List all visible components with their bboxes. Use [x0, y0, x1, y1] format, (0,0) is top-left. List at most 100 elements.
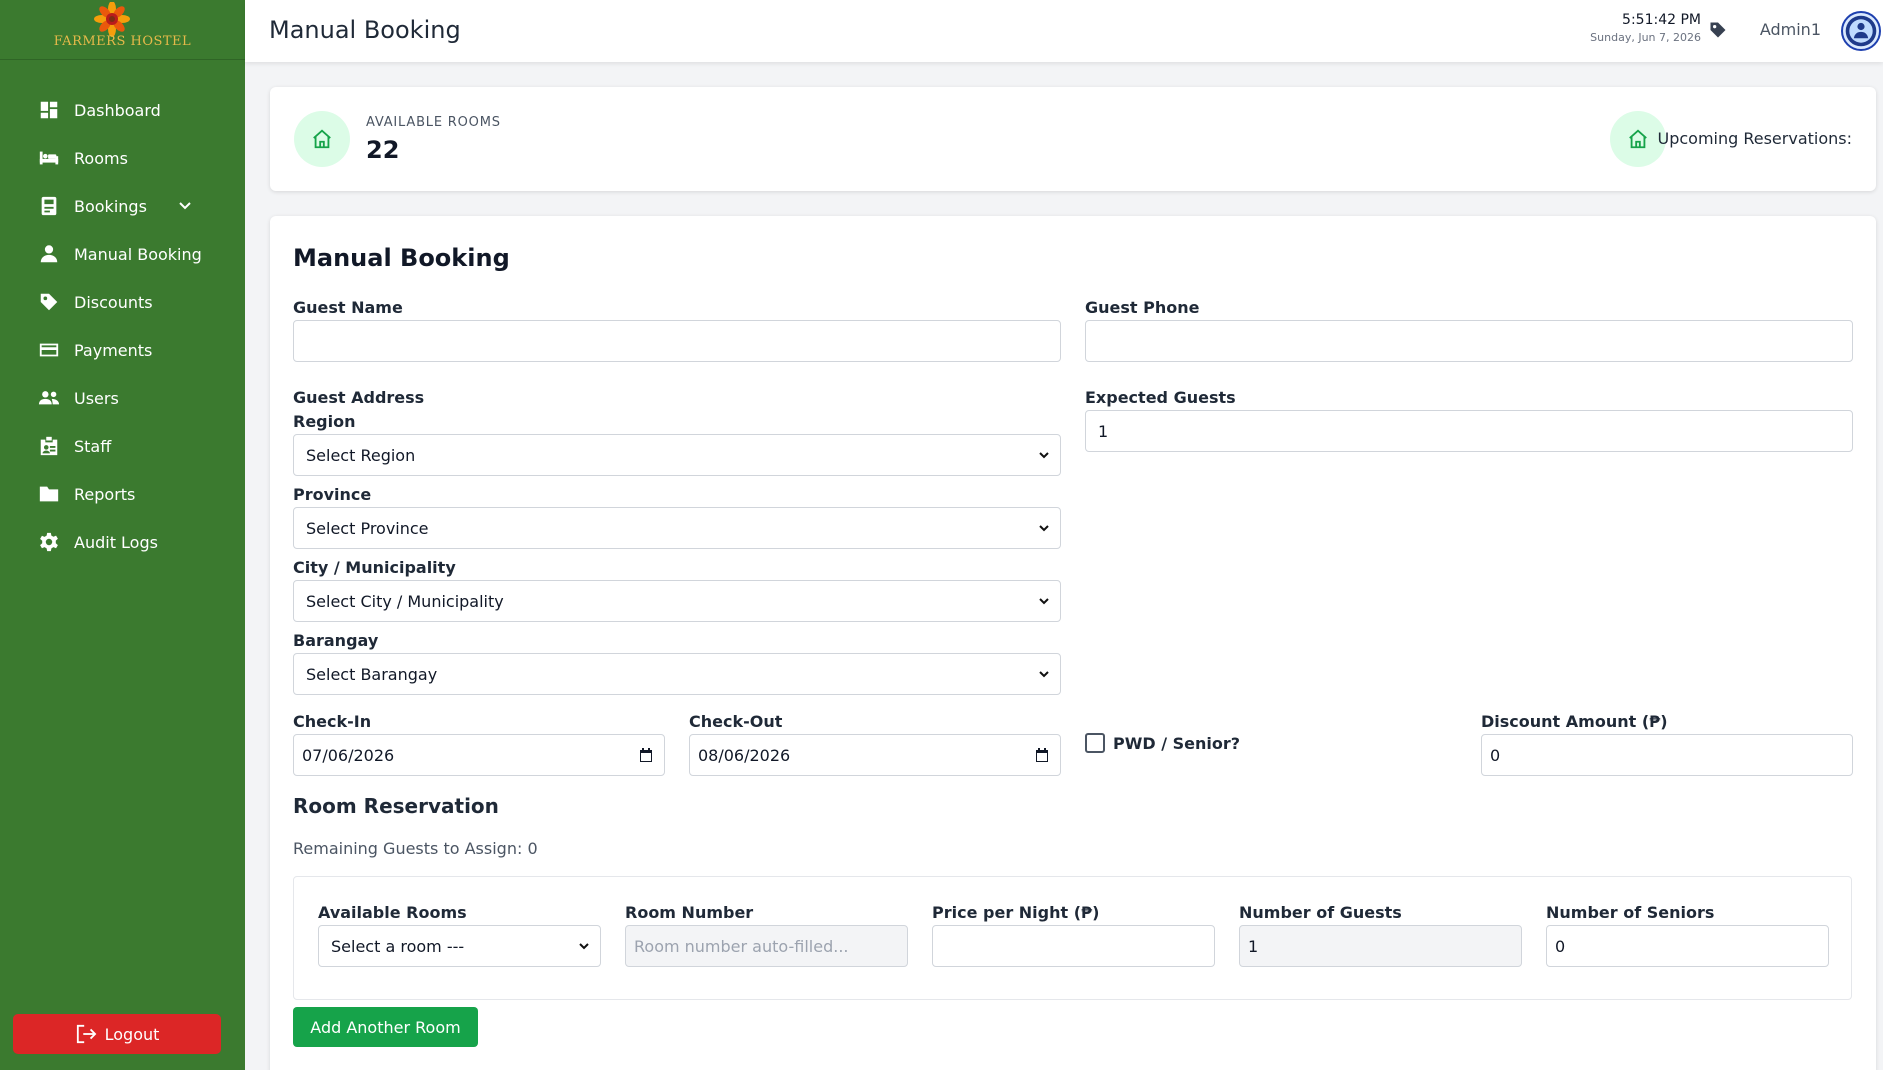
brand-name: FARMERS HOSTEL [53, 34, 192, 49]
checkout-label: Check-Out [689, 712, 783, 731]
home-icon [1629, 129, 1647, 149]
manual-booking-form: Manual Booking Guest Name Guest Phone Gu… [270, 216, 1876, 1070]
remaining-guests-text: Remaining Guests to Assign: 0 [293, 839, 538, 858]
available-rooms-select-value: Select a room --- [331, 936, 465, 956]
sidebar-item-reports[interactable]: Reports [0, 470, 245, 518]
sidebar-item-dashboard[interactable]: Dashboard [0, 86, 245, 134]
sidebar-item-label: Rooms [74, 148, 128, 168]
room-number-input: Room number auto-filled... [625, 925, 908, 967]
sidebar-item-discounts[interactable]: Discounts [0, 278, 245, 326]
number-of-seniors-label: Number of Seniors [1546, 903, 1715, 922]
discount-amount-label: Discount Amount (₱) [1481, 712, 1668, 731]
users-icon [38, 391, 60, 405]
region-select[interactable]: Select Region [293, 434, 1061, 476]
logout-icon [76, 1024, 96, 1044]
checkout-date-value: 08/06/2026 [698, 745, 791, 765]
barangay-label: Barangay [293, 631, 379, 650]
guest-address-label: Guest Address [293, 388, 425, 407]
number-of-guests-input[interactable]: 1 [1239, 925, 1522, 967]
guest-name-label: Guest Name [293, 298, 403, 317]
sidebar-item-label: Reports [74, 484, 136, 504]
city-label: City / Municipality [293, 558, 456, 577]
available-rooms-label: AVAILABLE ROOMS [366, 115, 501, 130]
checkin-date-value: 07/06/2026 [302, 745, 395, 765]
sidebar-item-label: Payments [74, 340, 153, 360]
sidebar-nav: Dashboard Rooms Bookings Manual Booking … [0, 86, 245, 566]
pwd-senior-label: PWD / Senior? [1113, 734, 1241, 753]
checkin-label: Check-In [293, 712, 372, 731]
avatar-icon [1845, 15, 1877, 47]
top-header: Manual Booking 5:51:42 PM Sunday, Jun 7,… [245, 0, 1883, 62]
stats-card: AVAILABLE ROOMS 22 Upcoming Reservations… [270, 87, 1876, 191]
room-number-label: Room Number [625, 903, 754, 922]
expected-guests-input[interactable]: 1 [1085, 410, 1853, 452]
sidebar-item-rooms[interactable]: Rooms [0, 134, 245, 182]
sidebar-item-label: Audit Logs [74, 532, 158, 552]
page-title: Manual Booking [269, 16, 461, 44]
avatar[interactable] [1841, 11, 1881, 51]
sidebar: FARMERS HOSTEL Dashboard Rooms Bookings … [0, 0, 245, 1070]
chevron-down-icon[interactable] [177, 198, 193, 214]
user-name[interactable]: Admin1 [1760, 20, 1821, 39]
checkout-date-input[interactable]: 08/06/2026 [689, 734, 1061, 776]
chevron-down-icon [1039, 525, 1049, 532]
sunflower-logo-icon [94, 2, 130, 37]
available-rooms-icon-wrap [294, 111, 350, 167]
clock: 5:51:42 PM Sunday, Jun 7, 2026 [1590, 12, 1701, 44]
city-select-value: Select City / Municipality [306, 591, 504, 611]
brand-logo[interactable]: FARMERS HOSTEL [0, 0, 245, 60]
calendar-icon[interactable] [1034, 747, 1050, 763]
sidebar-item-staff[interactable]: Staff [0, 422, 245, 470]
sidebar-item-audit-logs[interactable]: Audit Logs [0, 518, 245, 566]
barangay-select-value: Select Barangay [306, 664, 438, 684]
sidebar-item-label: Manual Booking [74, 244, 202, 264]
dashboard-icon [40, 101, 58, 119]
room-reservation-title: Room Reservation [293, 794, 499, 818]
city-select[interactable]: Select City / Municipality [293, 580, 1061, 622]
sidebar-item-manual-booking[interactable]: Manual Booking [0, 230, 245, 278]
id-badge-icon [40, 436, 58, 456]
number-of-seniors-input[interactable]: 0 [1546, 925, 1829, 967]
available-rooms-value: 22 [366, 136, 400, 164]
calendar-icon[interactable] [638, 747, 654, 763]
checkin-date-input[interactable]: 07/06/2026 [293, 734, 665, 776]
clock-time: 5:51:42 PM [1622, 12, 1701, 28]
sidebar-item-label: Staff [74, 436, 112, 456]
discount-amount-input[interactable]: 0 [1481, 734, 1853, 776]
bed-icon [39, 151, 59, 165]
sidebar-item-label: Dashboard [74, 100, 161, 120]
logout-label: Logout [104, 1024, 160, 1044]
available-rooms-select[interactable]: Select a room --- [318, 925, 601, 967]
region-select-value: Select Region [306, 445, 416, 465]
province-select-value: Select Province [306, 518, 429, 538]
sidebar-item-label: Users [74, 388, 119, 408]
chevron-down-icon [1039, 598, 1049, 605]
credit-card-icon [39, 343, 59, 357]
sidebar-item-label: Discounts [74, 292, 153, 312]
clock-date: Sunday, Jun 7, 2026 [1590, 31, 1701, 44]
upcoming-reservations-label: Upcoming Reservations: [1657, 129, 1852, 148]
add-another-room-button[interactable]: Add Another Room [293, 1007, 478, 1047]
price-per-night-input[interactable] [932, 925, 1215, 967]
expected-guests-label: Expected Guests [1085, 388, 1236, 407]
province-select[interactable]: Select Province [293, 507, 1061, 549]
region-label: Region [293, 412, 356, 431]
form-title: Manual Booking [293, 244, 510, 272]
room-reservation-row: Available Rooms Select a room --- Room N… [293, 876, 1852, 1000]
user-icon [40, 245, 58, 263]
sidebar-item-users[interactable]: Users [0, 374, 245, 422]
sidebar-item-payments[interactable]: Payments [0, 326, 245, 374]
available-rooms-select-label: Available Rooms [318, 903, 467, 922]
guest-name-input[interactable] [293, 320, 1061, 362]
province-label: Province [293, 485, 372, 504]
tag-icon [40, 293, 58, 311]
number-of-guests-label: Number of Guests [1239, 903, 1402, 922]
guest-phone-input[interactable] [1085, 320, 1853, 362]
logout-button[interactable]: Logout [13, 1014, 221, 1054]
barangay-select[interactable]: Select Barangay [293, 653, 1061, 695]
room-number-placeholder: Room number auto-filled... [634, 936, 849, 956]
pwd-senior-checkbox[interactable] [1085, 733, 1105, 753]
tag-icon[interactable] [1708, 20, 1728, 40]
chevron-down-icon [579, 943, 589, 950]
sidebar-item-bookings[interactable]: Bookings [0, 182, 245, 230]
